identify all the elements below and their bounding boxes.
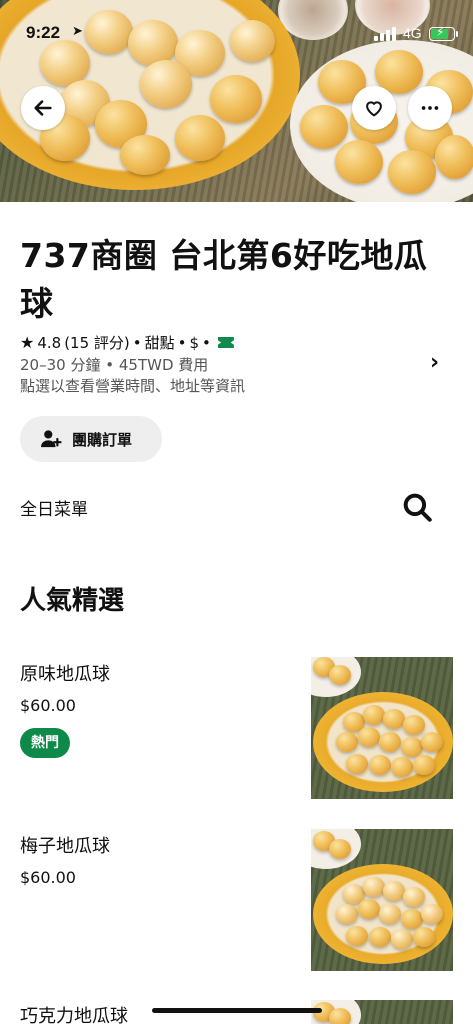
group-order-button[interactable]: 團購訂單 (20, 416, 162, 462)
more-icon (421, 106, 439, 110)
status-time: 9:22 (26, 23, 61, 42)
price-level: $ (189, 333, 200, 352)
search-icon (403, 493, 432, 522)
item-thumbnail[interactable] (311, 829, 453, 971)
item-thumbnail[interactable] (311, 1000, 453, 1024)
network-label: 4G (403, 25, 422, 41)
item-name: 原味地瓜球 (20, 664, 110, 685)
item-price: $60.00 (20, 696, 76, 715)
chevron-right-icon[interactable]: › (430, 350, 439, 375)
more-button[interactable] (408, 86, 452, 130)
item-name: 梅子地瓜球 (20, 836, 110, 857)
delivery-fee: 45TWD 費用 (118, 356, 209, 374)
group-order-label: 團購訂單 (72, 430, 133, 449)
delivery-info[interactable]: 20–30 分鐘 • 45TWD 費用 (20, 354, 208, 375)
add-person-icon (41, 430, 62, 448)
review-count: (15 評分) (64, 334, 130, 352)
favorite-button[interactable] (352, 86, 396, 130)
delivery-time: 20–30 分鐘 (20, 356, 101, 374)
item-name: 巧克力地瓜球 (20, 1006, 128, 1024)
popular-badge: 熱門 (20, 728, 70, 758)
battery-icon: ⚡ (429, 25, 455, 41)
rating-value: 4.8 (37, 333, 62, 352)
item-price: $60.00 (20, 868, 76, 887)
status-bar: 9:22 ➤ 4G ⚡ (0, 0, 473, 44)
back-button[interactable] (21, 86, 65, 130)
store-info-hint[interactable]: 點選以查看營業時間、地址等資訊 (20, 375, 245, 396)
store-category: 甜點 (144, 334, 175, 352)
home-indicator[interactable] (152, 1008, 322, 1013)
ticket-icon (217, 337, 234, 348)
heart-icon (366, 101, 382, 117)
store-title: 737商圈 台北第6好吃地瓜球 (20, 236, 428, 323)
section-title: 人氣精選 (20, 586, 125, 616)
signal-icon (374, 27, 400, 41)
star-icon: ★ (20, 333, 35, 352)
location-arrow-icon: ➤ (72, 24, 83, 39)
arrow-left-icon (34, 100, 52, 116)
store-rating-row: ★ 4.8 (15 評分) • 甜點 • $ • (20, 332, 234, 353)
item-thumbnail[interactable] (311, 657, 453, 799)
search-button[interactable] (400, 490, 434, 524)
menu-selector[interactable]: 全日菜單 (20, 495, 88, 520)
